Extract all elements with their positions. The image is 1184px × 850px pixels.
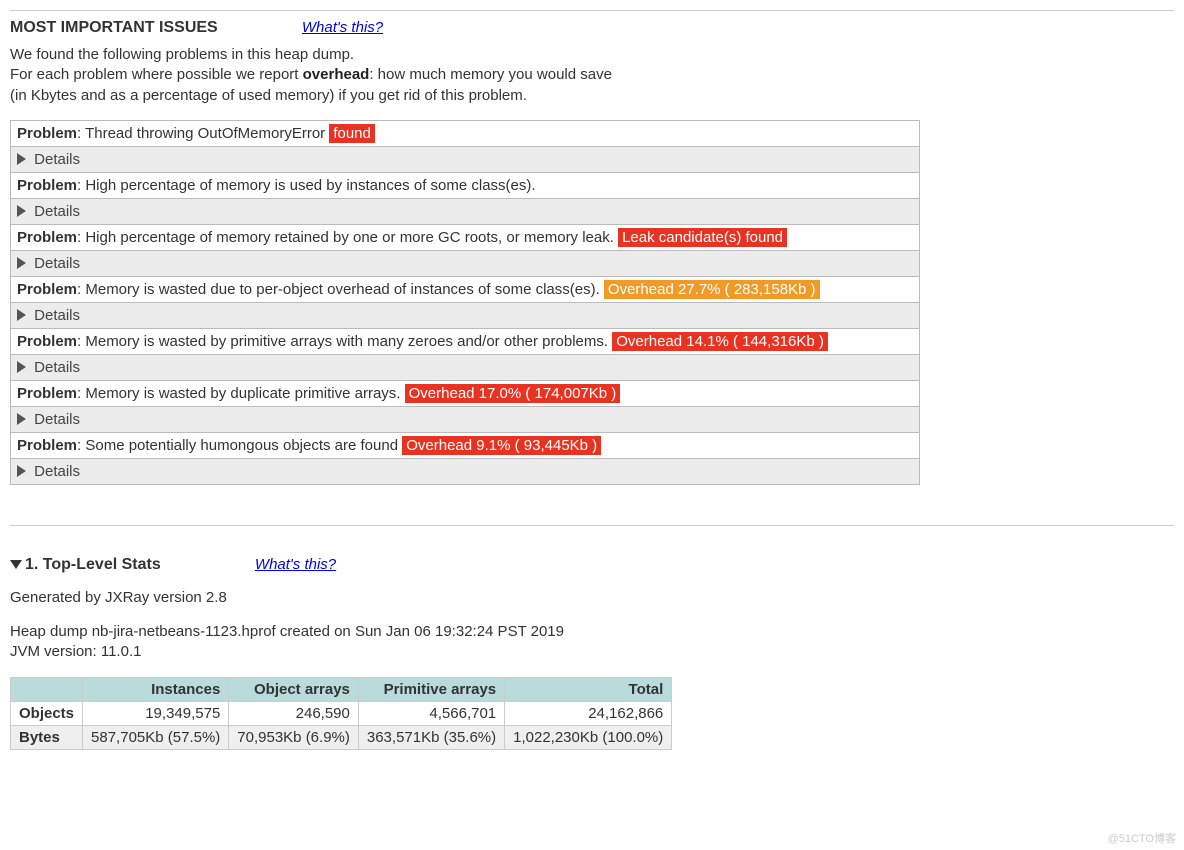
intro-line1: We found the following problems in this … bbox=[10, 46, 354, 63]
watermark: @51CTO博客 bbox=[1108, 830, 1176, 846]
stats-cell: 363,571Kb (35.6%) bbox=[358, 725, 504, 749]
expand-icon bbox=[17, 257, 26, 269]
problem-text: : Some potentially humongous objects are… bbox=[77, 437, 402, 454]
problem-text: : Memory is wasted by primitive arrays w… bbox=[77, 333, 612, 350]
dump-file-line: Heap dump nb-jira-netbeans-1123.hprof cr… bbox=[10, 623, 564, 640]
stats-header-cell bbox=[11, 677, 83, 701]
details-label: Details bbox=[30, 463, 80, 480]
problem-label: Problem bbox=[17, 229, 77, 246]
stats-header-cell: Instances bbox=[83, 677, 229, 701]
stats-table: InstancesObject arraysPrimitive arraysTo… bbox=[10, 677, 672, 750]
problem-label: Problem bbox=[17, 125, 77, 142]
expand-icon bbox=[17, 153, 26, 165]
problem-label: Problem bbox=[17, 281, 77, 298]
problem-row: Problem: High percentage of memory is us… bbox=[11, 172, 920, 198]
intro-line3: (in Kbytes and as a percentage of used m… bbox=[10, 87, 527, 104]
problem-text: : Memory is wasted due to per-object ove… bbox=[77, 281, 604, 298]
problem-text: : High percentage of memory retained by … bbox=[77, 229, 618, 246]
problem-label: Problem bbox=[17, 177, 77, 194]
stats-row: Objects19,349,575246,5904,566,70124,162,… bbox=[11, 701, 672, 725]
problem-row: Problem: High percentage of memory retai… bbox=[11, 224, 920, 250]
problems-table: Problem: Thread throwing OutOfMemoryErro… bbox=[10, 120, 920, 485]
details-row[interactable]: Details bbox=[11, 458, 920, 484]
problem-row: Problem: Some potentially humongous obje… bbox=[11, 432, 920, 458]
overhead-badge: Overhead 9.1% ( 93,445Kb ) bbox=[402, 436, 601, 455]
problem-row: Problem: Thread throwing OutOfMemoryErro… bbox=[11, 120, 920, 146]
stats-row-label: Objects bbox=[11, 701, 83, 725]
stats-section-title[interactable]: 1. Top-Level Stats bbox=[10, 556, 161, 574]
details-label: Details bbox=[30, 359, 80, 376]
overhead-badge: found bbox=[329, 124, 375, 143]
whats-this-link-2[interactable]: What's this? bbox=[255, 556, 336, 573]
expand-icon bbox=[17, 309, 26, 321]
stats-cell: 4,566,701 bbox=[358, 701, 504, 725]
problem-row: Problem: Memory is wasted by primitive a… bbox=[11, 328, 920, 354]
details-label: Details bbox=[30, 255, 80, 272]
stats-row-label: Bytes bbox=[11, 725, 83, 749]
intro-overhead-word: overhead bbox=[303, 66, 370, 83]
overhead-badge: Overhead 17.0% ( 174,007Kb ) bbox=[405, 384, 621, 403]
details-label: Details bbox=[30, 411, 80, 428]
details-row[interactable]: Details bbox=[11, 198, 920, 224]
details-label: Details bbox=[30, 151, 80, 168]
section-title: MOST IMPORTANT ISSUES bbox=[10, 19, 218, 37]
dump-info: Heap dump nb-jira-netbeans-1123.hprof cr… bbox=[10, 622, 1174, 663]
problem-label: Problem bbox=[17, 333, 77, 350]
overhead-badge: Overhead 27.7% ( 283,158Kb ) bbox=[604, 280, 820, 299]
stats-header-cell: Primitive arrays bbox=[358, 677, 504, 701]
stats-cell: 1,022,230Kb (100.0%) bbox=[505, 725, 672, 749]
problem-row: Problem: Memory is wasted due to per-obj… bbox=[11, 276, 920, 302]
intro-line2a: For each problem where possible we repor… bbox=[10, 66, 303, 83]
stats-cell: 70,953Kb (6.9%) bbox=[229, 725, 359, 749]
problem-text: : Thread throwing OutOfMemoryError bbox=[77, 125, 329, 142]
collapse-icon bbox=[10, 560, 22, 569]
details-row[interactable]: Details bbox=[11, 146, 920, 172]
stats-header-cell: Object arrays bbox=[229, 677, 359, 701]
whats-this-link[interactable]: What's this? bbox=[302, 19, 383, 36]
details-row[interactable]: Details bbox=[11, 406, 920, 432]
stats-row: Bytes587,705Kb (57.5%)70,953Kb (6.9%)363… bbox=[11, 725, 672, 749]
details-row[interactable]: Details bbox=[11, 302, 920, 328]
generated-info: Generated by JXRay version 2.8 bbox=[10, 588, 1174, 608]
expand-icon bbox=[17, 205, 26, 217]
expand-icon bbox=[17, 465, 26, 477]
jvm-line: JVM version: 11.0.1 bbox=[10, 643, 141, 660]
details-label: Details bbox=[30, 203, 80, 220]
overhead-badge: Overhead 14.1% ( 144,316Kb ) bbox=[612, 332, 828, 351]
expand-icon bbox=[17, 413, 26, 425]
problem-label: Problem bbox=[17, 437, 77, 454]
stats-cell: 19,349,575 bbox=[83, 701, 229, 725]
details-label: Details bbox=[30, 307, 80, 324]
problem-text: : High percentage of memory is used by i… bbox=[77, 177, 536, 194]
problem-row: Problem: Memory is wasted by duplicate p… bbox=[11, 380, 920, 406]
problem-label: Problem bbox=[17, 385, 77, 402]
problem-text: : Memory is wasted by duplicate primitiv… bbox=[77, 385, 405, 402]
stats-title-text: 1. Top-Level Stats bbox=[25, 556, 161, 573]
stats-cell: 587,705Kb (57.5%) bbox=[83, 725, 229, 749]
stats-cell: 24,162,866 bbox=[505, 701, 672, 725]
details-row[interactable]: Details bbox=[11, 250, 920, 276]
overhead-badge: Leak candidate(s) found bbox=[618, 228, 787, 247]
intro-text: We found the following problems in this … bbox=[10, 45, 1174, 106]
stats-header-cell: Total bbox=[505, 677, 672, 701]
details-row[interactable]: Details bbox=[11, 354, 920, 380]
expand-icon bbox=[17, 361, 26, 373]
stats-cell: 246,590 bbox=[229, 701, 359, 725]
intro-line2c: : how much memory you would save bbox=[369, 66, 612, 83]
